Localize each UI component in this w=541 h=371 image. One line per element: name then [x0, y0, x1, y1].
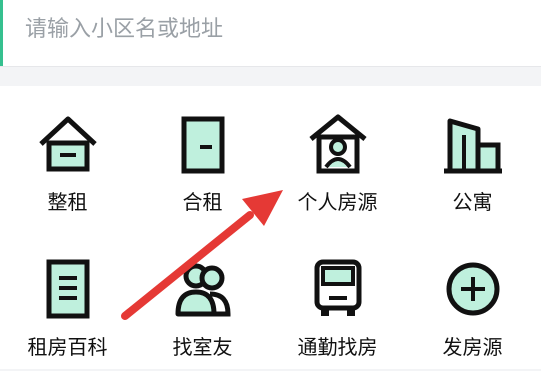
menu-item-label: 公寓 [452, 190, 493, 214]
person-house-icon [308, 114, 367, 174]
search-accent-line [0, 0, 3, 66]
menu-item-label: 个人房源 [297, 190, 378, 214]
menu-item-label: 租房百科 [27, 335, 108, 359]
menu-item-post-listing[interactable]: 发房源 [405, 231, 540, 371]
menu-item-label: 通勤找房 [297, 335, 378, 359]
menu-item-personal-listings[interactable]: 个人房源 [270, 86, 405, 226]
add-circle-icon [446, 262, 499, 316]
menu-item-commute-search[interactable]: 通勤找房 [270, 231, 405, 371]
menu-item-find-roommate[interactable]: 找室友 [135, 231, 270, 371]
menu-item-rental-wiki[interactable]: 租房百科 [0, 231, 135, 371]
menu-item-label: 合租 [182, 190, 223, 214]
house-icon [38, 116, 97, 172]
search-placeholder[interactable]: 请输入小区名或地址 [25, 16, 223, 44]
menu-item-label: 整租 [47, 190, 88, 214]
menu-item-apartment[interactable]: 公寓 [405, 86, 540, 226]
apartment-building-icon [443, 118, 502, 174]
category-grid: 整租 合租 个人房源 公寓 租房百科 找室友 通勤找房 发房源 [0, 86, 541, 369]
menu-item-label: 找室友 [172, 335, 233, 359]
menu-item-label: 发房源 [442, 335, 503, 359]
menu-item-zhengzu[interactable]: 整租 [0, 86, 135, 226]
search-bar[interactable]: 请输入小区名或地址 [0, 0, 541, 67]
door-icon [181, 116, 224, 174]
roommates-icon [175, 263, 231, 317]
document-icon [46, 259, 89, 319]
bus-icon [314, 259, 361, 316]
menu-item-hezu[interactable]: 合租 [135, 86, 270, 226]
